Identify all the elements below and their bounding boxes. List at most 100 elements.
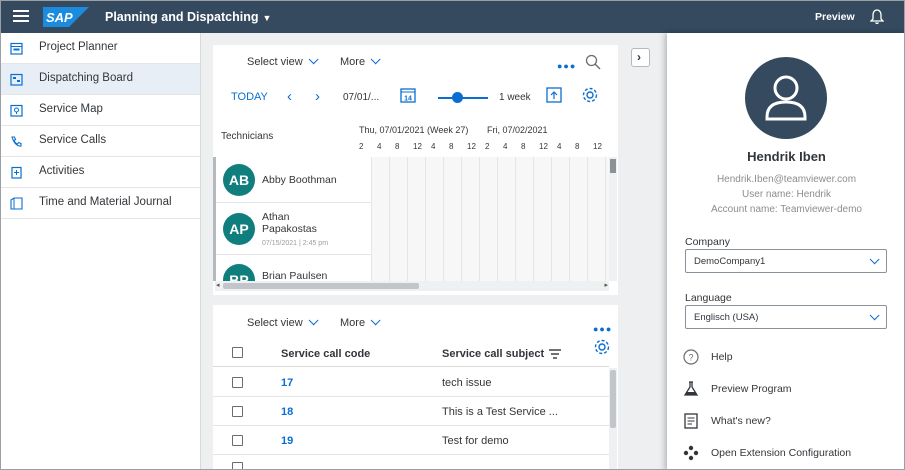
overflow-icon[interactable]: ●●● [557,61,576,71]
next-arrow-icon[interactable]: › [315,88,320,105]
table-row[interactable]: 19 Test for demo [213,426,609,455]
flask-icon [683,381,699,396]
column-header-subject[interactable]: Service call subject [442,348,544,360]
scroll-left-icon[interactable]: ◂ [216,281,220,289]
company-select[interactable]: DemoCompany1 [685,249,887,273]
overflow-icon[interactable]: ●●● [593,324,612,334]
chevron-down-icon [869,254,880,265]
vertical-scrollbar[interactable] [609,368,617,469]
nav-item-dispatching-board[interactable]: Dispatching Board [1,64,200,95]
avatar: AP [223,213,255,245]
column-header-code[interactable]: Service call code [281,348,370,360]
more-dropdown[interactable]: More [340,315,381,329]
grid-line [407,157,408,281]
user-avatar [745,57,827,139]
today-button[interactable]: TODAY [231,91,268,103]
grid-line [515,157,516,281]
select-all-checkbox[interactable] [232,347,243,358]
slider-handle[interactable] [452,92,463,103]
chevron-down-icon [308,315,319,326]
extension-icon [683,445,699,461]
more-label: More [340,56,366,68]
chevron-right-icon: › [637,50,641,64]
table-row[interactable]: 17 tech issue [213,368,609,397]
search-icon[interactable] [585,54,601,70]
nav-label: Activities [39,165,85,177]
scrollbar-thumb[interactable] [610,370,616,428]
service-call-code-link[interactable]: 17 [281,377,293,389]
menu-icon[interactable] [13,10,29,24]
settings-gear-icon[interactable] [581,86,599,104]
date-field[interactable]: 07/01/... [343,92,379,103]
nav-item-time-material-journal[interactable]: Time and Material Journal [1,188,200,219]
row-checkbox[interactable] [232,377,243,388]
nav-item-project-planner[interactable]: Project Planner [1,33,200,64]
table-row[interactable] [213,455,609,469]
chevron-down-icon [370,315,381,326]
service-call-subject: Test for demo [442,435,509,447]
user-profile-panel: Hendrik Iben Hendrik.Iben@teamviewer.com… [667,33,904,469]
whats-new-label: What's new? [711,415,771,427]
help-label: Help [711,351,733,363]
svg-text:14: 14 [404,96,412,103]
left-border [213,157,216,281]
grid-line [425,157,426,281]
language-label: Language [685,292,732,304]
hour-tick: 4 [431,142,436,151]
vertical-scrollbar[interactable] [609,157,617,281]
range-slider[interactable] [438,97,488,99]
help-icon: ? [683,349,699,365]
grid-line [371,157,372,281]
user-name: Hendrik Iben [747,149,826,164]
scrollbar-thumb[interactable] [223,283,419,289]
day-header: Thu, 07/01/2021 (Week 27) [359,125,469,135]
shell-bar: SAP Planning and Dispatching ▼ Preview [1,1,904,33]
journal-icon [10,197,23,210]
technician-status: 07/15/2021 | 2:45 pm [262,240,329,247]
select-view-label: Select view [247,56,303,68]
whats-new-icon [684,413,698,429]
service-call-code-link[interactable]: 18 [281,406,293,418]
select-view-dropdown[interactable]: Select view [247,54,319,68]
technician-row[interactable]: BP Brian Paulsen [215,255,371,281]
collapse-panel-button[interactable]: › [631,48,650,67]
table-row[interactable]: 18 This is a Test Service ... [213,397,609,426]
more-dropdown[interactable]: More [340,54,381,68]
grid-line [497,157,498,281]
select-view-dropdown[interactable]: Select view [247,315,319,329]
previous-arrow-icon[interactable]: ‹ [287,88,292,105]
caret-down-icon: ▼ [262,13,272,23]
horizontal-scrollbar[interactable]: ◂ ▸ [215,281,609,291]
phone-icon [11,136,22,147]
nav-item-service-calls[interactable]: Service Calls [1,126,200,157]
activities-icon [11,166,22,179]
bell-icon[interactable] [870,9,884,25]
scrollbar-thumb[interactable] [610,159,616,173]
hour-tick: 12 [467,142,476,151]
app-title[interactable]: Planning and Dispatching ▼ [105,10,271,24]
preview-button[interactable]: Preview [815,11,855,23]
language-select[interactable]: Englisch (USA) [685,305,887,329]
nav-label: Project Planner [39,41,118,53]
user-username: User name: Hendrik [742,189,831,200]
company-label: Company [685,236,730,248]
range-label: 1 week [499,92,531,103]
nav-item-service-map[interactable]: Service Map [1,95,200,126]
nav-item-activities[interactable]: Activities [1,157,200,188]
row-checkbox[interactable] [232,435,243,446]
preview-program-label: Preview Program [711,383,792,395]
service-calls-card: Select view More ●●● Service call code S… [213,305,618,469]
export-icon[interactable] [546,87,562,103]
technician-row[interactable]: AB Abby Boothman [215,157,371,203]
service-call-code-link[interactable]: 19 [281,435,293,447]
filter-icon[interactable] [549,349,561,359]
technician-name: Athan Papakostas [262,211,317,235]
row-checkbox[interactable] [232,462,243,469]
chevron-down-icon [308,54,319,65]
dispatching-board-icon [10,73,23,86]
technician-name: Brian Paulsen [262,270,328,281]
row-checkbox[interactable] [232,406,243,417]
technician-row[interactable]: AP Athan Papakostas 07/15/2021 | 2:45 pm [215,203,371,255]
calendar-icon[interactable]: 14 [400,87,416,103]
scroll-right-icon[interactable]: ▸ [604,281,608,289]
